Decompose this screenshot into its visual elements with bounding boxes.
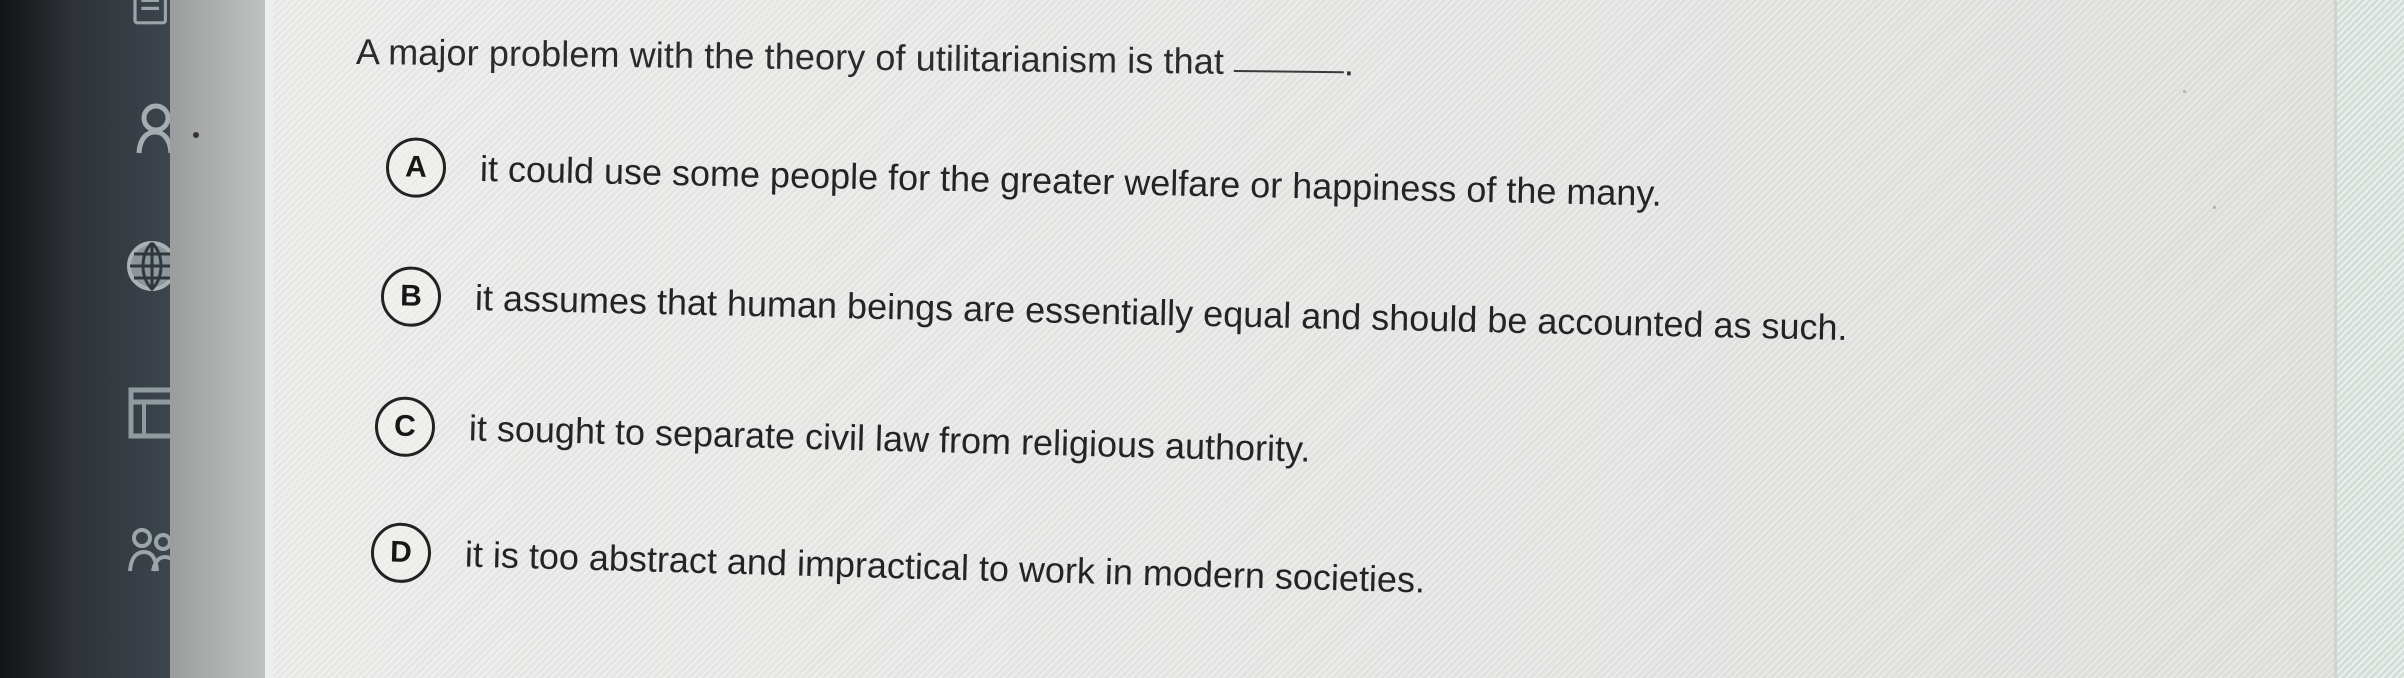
answer-blank	[1233, 69, 1344, 74]
choice-letter-d: D	[389, 535, 413, 570]
right-edge-panel	[2337, 0, 2404, 678]
choice-marker-a[interactable]: A	[385, 137, 447, 199]
left-bezel	[0, 0, 76, 678]
assessment-screen: A major problem with the theory of utili…	[0, 0, 2404, 678]
choice-letter-a: A	[404, 150, 428, 184]
content-divider	[265, 0, 273, 678]
screen-dust	[2213, 206, 2216, 209]
sidebar-highlight	[170, 0, 265, 678]
question-ending: .	[1343, 42, 1355, 84]
choice-letter-c: C	[393, 409, 417, 444]
app-sidebar	[76, 0, 179, 678]
answer-option-c-text: it sought to separate civil law from rel…	[468, 407, 1311, 470]
choice-marker-b[interactable]: B	[380, 266, 442, 328]
choice-marker-c[interactable]: C	[374, 396, 436, 458]
screen-dust	[2183, 90, 2186, 93]
screen-dust	[193, 132, 199, 138]
choice-letter-b: B	[399, 279, 423, 313]
choice-marker-d[interactable]: D	[370, 522, 432, 584]
question-prompt: A major problem with the theory of utili…	[355, 31, 1225, 82]
